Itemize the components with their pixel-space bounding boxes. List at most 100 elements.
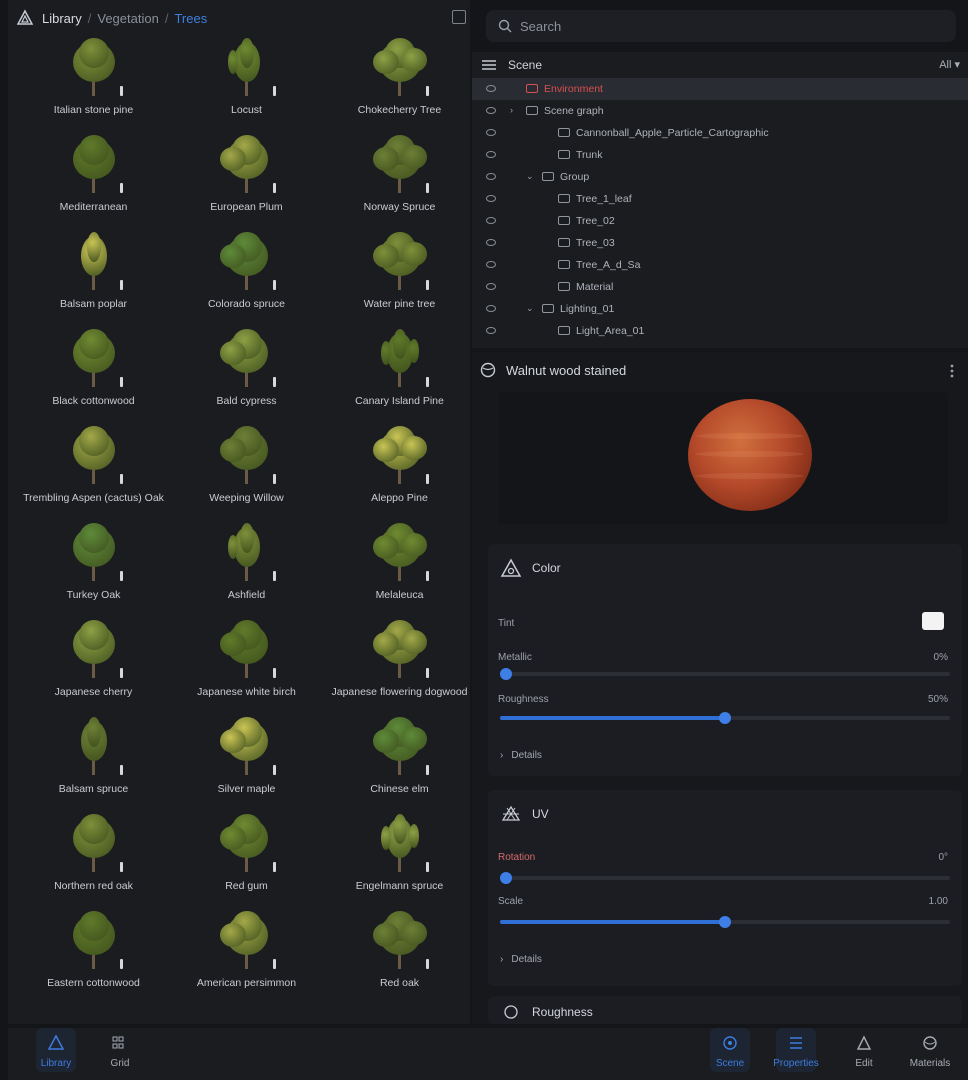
asset-tile[interactable]: Melaleuca <box>324 521 470 618</box>
metallic-slider[interactable] <box>500 668 950 680</box>
asset-tile[interactable]: Balsam poplar <box>18 230 169 327</box>
asset-tile[interactable]: Chinese elm <box>324 715 470 812</box>
breadcrumb-library[interactable]: Library <box>42 11 82 26</box>
asset-tile[interactable]: Bald cypress <box>171 327 322 424</box>
scene-node-label: Group <box>560 171 590 183</box>
uv-section-header[interactable]: UV <box>500 804 549 824</box>
menu-icon[interactable] <box>482 59 496 71</box>
tree-canopy <box>219 341 246 365</box>
tab-scene[interactable]: Scene <box>700 1028 760 1072</box>
scale-figure-icon <box>119 86 123 96</box>
tab-library[interactable]: Library <box>26 1028 86 1072</box>
asset-tile[interactable]: Japanese cherry <box>18 618 169 715</box>
visibility-icon[interactable] <box>486 239 496 246</box>
search-input[interactable]: Search <box>486 10 956 42</box>
scene-filter-select[interactable]: All ▾ <box>939 58 960 71</box>
asset-tile[interactable]: Chokecherry Tree <box>324 36 470 133</box>
asset-tile[interactable]: Mediterranean <box>18 133 169 230</box>
scene-tree-row[interactable]: ⌄ Lighting_01 <box>472 298 968 320</box>
expand-chevron-icon[interactable]: ⌄ <box>526 303 534 314</box>
color-details-toggle[interactable]: › Details <box>500 750 542 761</box>
visibility-icon[interactable] <box>486 173 496 180</box>
color-section-header[interactable]: Color <box>500 558 561 578</box>
asset-tile[interactable]: Locust <box>171 36 322 133</box>
tree-canopy <box>219 438 246 462</box>
scene-tree-row[interactable]: Tree_A_d_Sa <box>472 254 968 276</box>
scene-tree-row[interactable]: ⌄ Group <box>472 166 968 188</box>
asset-tile[interactable]: American persimmon <box>171 909 322 1006</box>
tree-thumbnail <box>59 327 129 389</box>
tree-thumbnail <box>212 909 282 971</box>
asset-tile[interactable]: Trembling Aspen (cactus) Oak <box>18 424 169 521</box>
asset-tile[interactable]: Weeping Willow <box>171 424 322 521</box>
material-preview[interactable] <box>498 392 948 524</box>
breadcrumb-vegetation[interactable]: Vegetation <box>97 11 158 26</box>
asset-tile[interactable]: Japanese flowering dogwood <box>324 618 470 715</box>
metallic-label: Metallic <box>498 652 532 663</box>
tree-thumbnail <box>212 424 282 486</box>
roughness-section-header[interactable]: Roughness <box>500 1002 593 1022</box>
asset-tile[interactable]: Balsam spruce <box>18 715 169 812</box>
scale-slider[interactable] <box>500 916 950 928</box>
node-icon <box>542 172 554 181</box>
visibility-icon[interactable] <box>486 151 496 158</box>
asset-tile[interactable]: Engelmann spruce <box>324 812 470 909</box>
asset-tile[interactable]: Colorado spruce <box>171 230 322 327</box>
roughness-slider-handle[interactable] <box>719 712 731 724</box>
asset-tile[interactable]: Norway Spruce <box>324 133 470 230</box>
scale-slider-handle[interactable] <box>719 916 731 928</box>
breadcrumb-trees[interactable]: Trees <box>174 11 207 26</box>
asset-tile[interactable]: Silver maple <box>171 715 322 812</box>
asset-tile[interactable]: Eastern cottonwood <box>18 909 169 1006</box>
asset-tile[interactable]: Black cottonwood <box>18 327 169 424</box>
asset-tile[interactable]: Canary Island Pine <box>324 327 470 424</box>
asset-tile[interactable]: European Plum <box>171 133 322 230</box>
tab-grid[interactable]: Grid <box>90 1034 150 1069</box>
visibility-icon[interactable] <box>486 283 496 290</box>
tab-properties[interactable]: Properties <box>766 1028 826 1072</box>
asset-tile[interactable]: Red gum <box>171 812 322 909</box>
asset-tile[interactable]: Red oak <box>324 909 470 1006</box>
tab-materials[interactable]: Materials <box>900 1034 960 1069</box>
roughness-slider[interactable] <box>500 712 950 724</box>
asset-tile[interactable]: Water pine tree <box>324 230 470 327</box>
tab-edit[interactable]: Edit <box>834 1034 894 1069</box>
asset-tile[interactable]: Ashfield <box>171 521 322 618</box>
asset-tile[interactable]: Aleppo Pine <box>324 424 470 521</box>
scale-figure-icon <box>425 280 429 290</box>
scene-tree-row[interactable]: Material <box>472 276 968 298</box>
scene-tree-row[interactable]: Trunk <box>472 144 968 166</box>
visibility-icon[interactable] <box>486 217 496 224</box>
visibility-icon[interactable] <box>486 85 496 92</box>
collapse-panel-icon[interactable] <box>452 10 466 24</box>
expand-chevron-icon[interactable]: ⌄ <box>526 171 534 182</box>
scale-figure-icon <box>272 377 276 387</box>
scene-tree-row[interactable]: Tree_03 <box>472 232 968 254</box>
rotation-slider-handle[interactable] <box>500 872 512 884</box>
scene-tree-row[interactable]: Tree_02 <box>472 210 968 232</box>
visibility-icon[interactable] <box>486 261 496 268</box>
asset-tile[interactable]: Italian stone pine <box>18 36 169 133</box>
visibility-icon[interactable] <box>486 195 496 202</box>
uv-details-toggle[interactable]: › Details <box>500 954 542 965</box>
metallic-slider-handle[interactable] <box>500 668 512 680</box>
scene-tree-row[interactable]: Environment <box>472 78 968 100</box>
visibility-icon[interactable] <box>486 129 496 136</box>
scene-header: Scene All ▾ <box>472 52 968 78</box>
scene-tree-row[interactable]: Light_Area_01 <box>472 320 968 342</box>
asset-tile[interactable]: Japanese white birch <box>171 618 322 715</box>
asset-tile[interactable]: Northern red oak <box>18 812 169 909</box>
more-options-icon[interactable] <box>950 364 954 378</box>
visibility-icon[interactable] <box>486 305 496 312</box>
node-icon <box>558 150 570 159</box>
scene-tree-row[interactable]: Cannonball_Apple_Particle_Cartographic <box>472 122 968 144</box>
expand-chevron-icon[interactable]: › <box>510 105 513 115</box>
scene-tree-row[interactable]: Tree_1_leaf <box>472 188 968 210</box>
scene-node-label: Lighting_01 <box>560 303 615 315</box>
visibility-icon[interactable] <box>486 327 496 334</box>
asset-tile[interactable]: Turkey Oak <box>18 521 169 618</box>
tint-color-swatch[interactable] <box>922 612 944 630</box>
visibility-icon[interactable] <box>486 107 496 114</box>
scene-tree-row[interactable]: › Scene graph <box>472 100 968 122</box>
rotation-slider[interactable] <box>500 872 950 884</box>
